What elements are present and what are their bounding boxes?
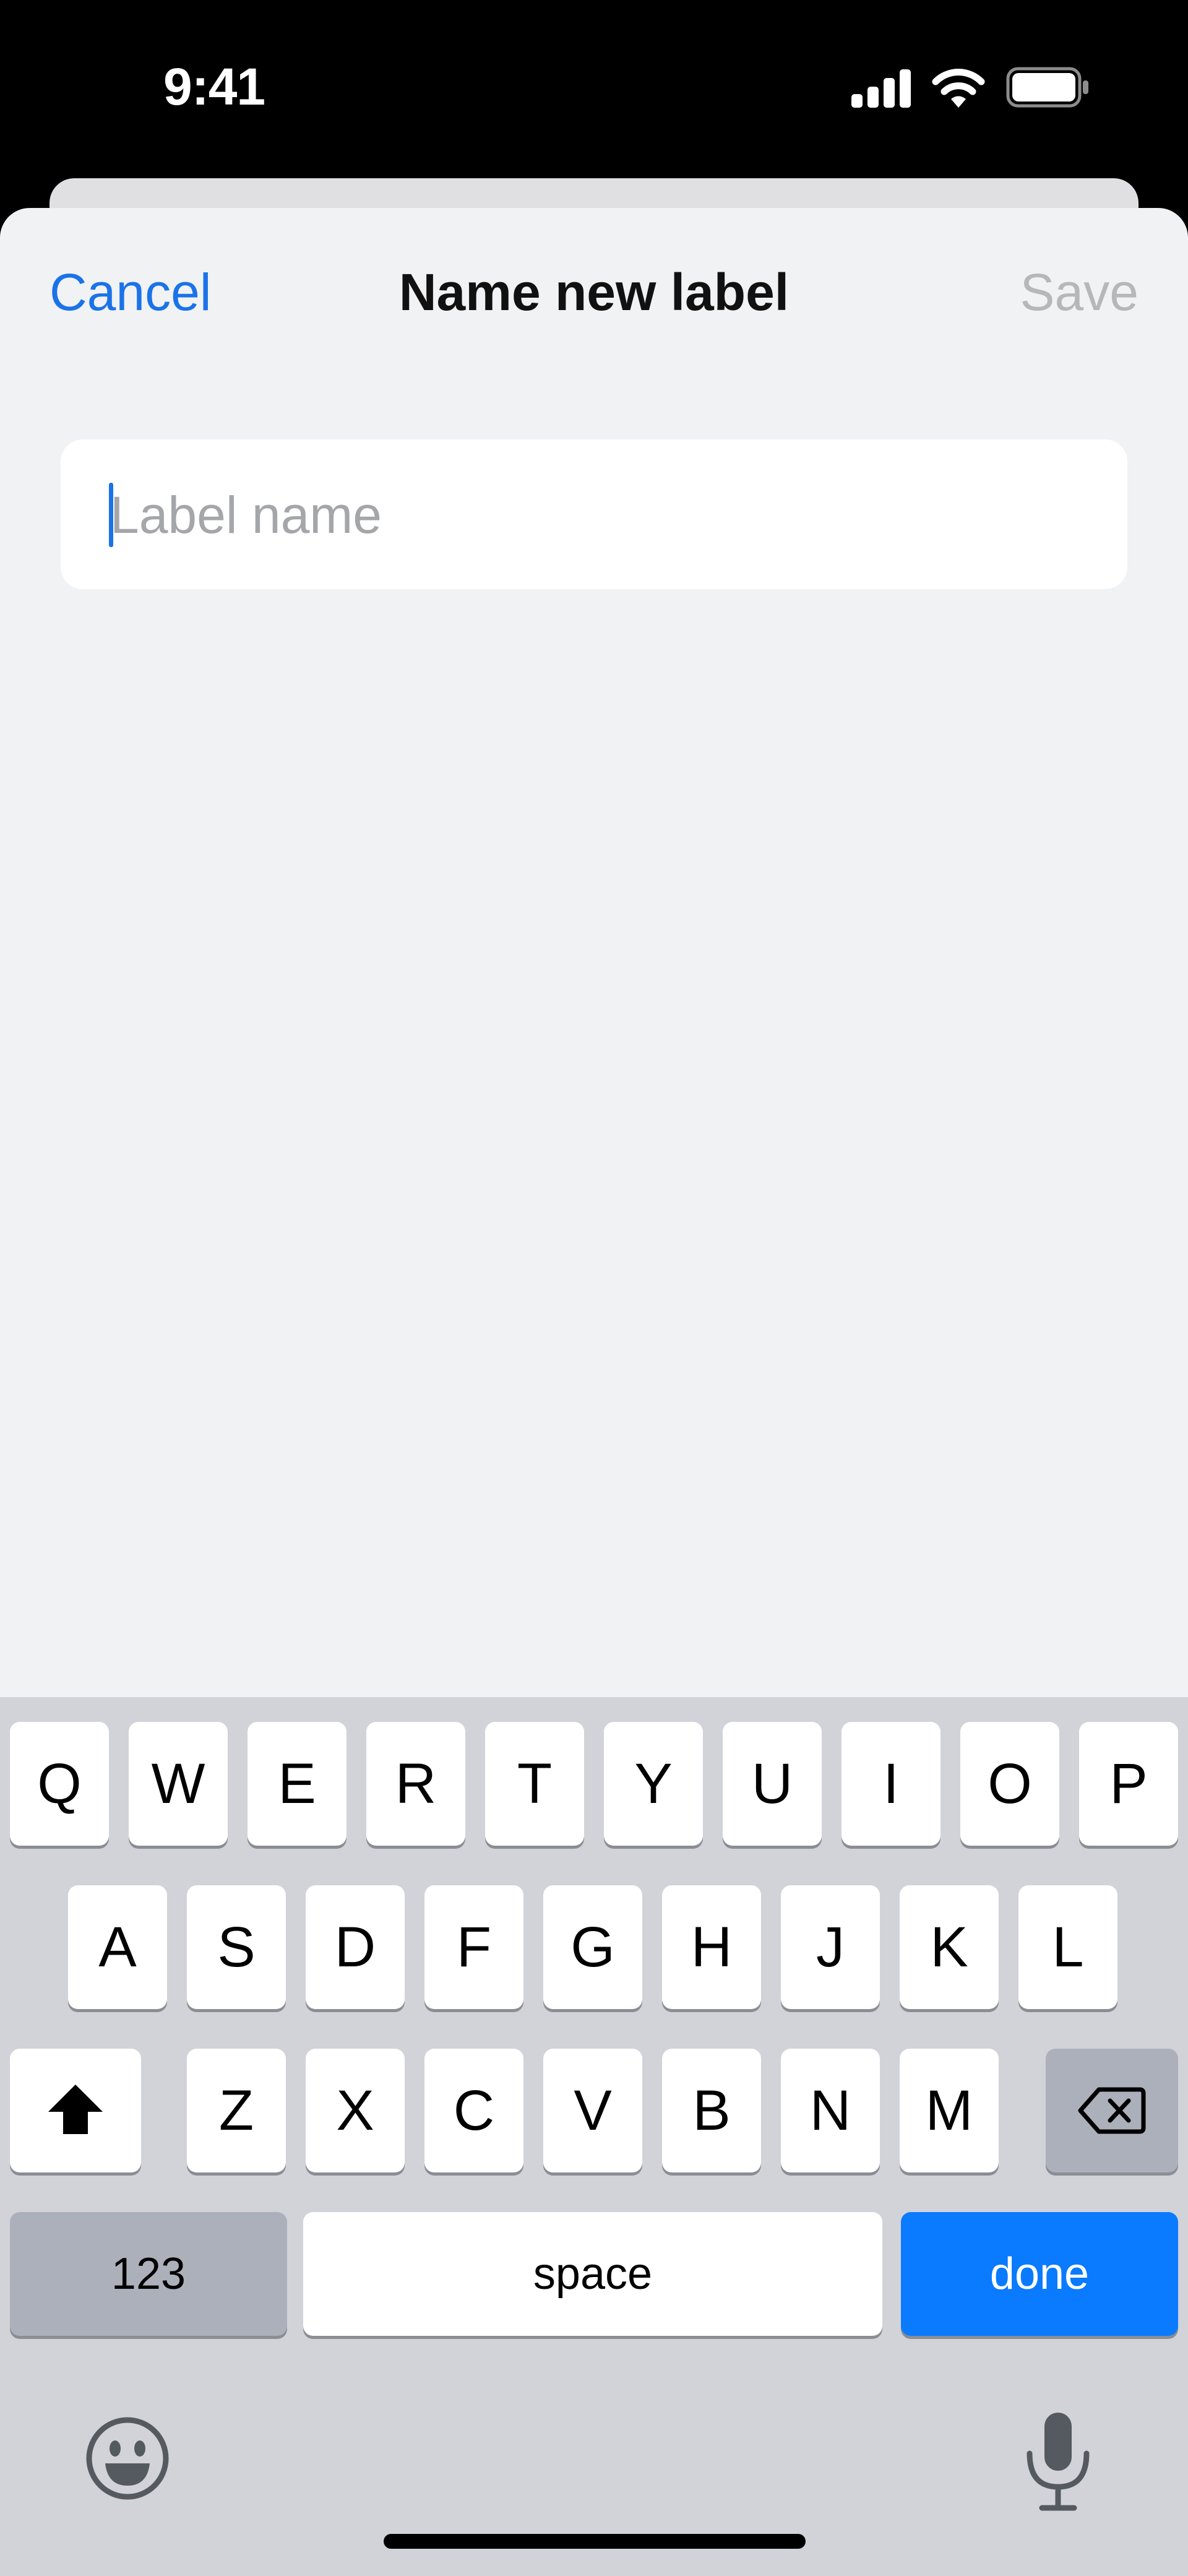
backspace-key[interactable] (1046, 2049, 1178, 2172)
key-v[interactable]: V (543, 2049, 642, 2172)
key-a[interactable]: A (68, 1885, 167, 2009)
key-z[interactable]: Z (187, 2049, 286, 2172)
key-o[interactable]: O (960, 1722, 1059, 1846)
key-q[interactable]: Q (10, 1722, 109, 1846)
wifi-icon (932, 69, 985, 108)
status-time: 9:41 (163, 58, 265, 116)
key-m[interactable]: M (900, 2049, 999, 2172)
key-u[interactable]: U (723, 1722, 822, 1846)
key-w[interactable]: W (129, 1722, 228, 1846)
key-l[interactable]: L (1018, 1885, 1117, 2009)
cellular-signal-icon (851, 68, 913, 108)
key-i[interactable]: I (842, 1722, 940, 1846)
key-b[interactable]: B (662, 2049, 761, 2172)
key-f[interactable]: F (424, 1885, 523, 2009)
emoji-icon[interactable] (85, 2416, 170, 2500)
home-indicator (384, 2534, 806, 2549)
key-t[interactable]: T (485, 1722, 584, 1846)
key-n[interactable]: N (781, 2049, 880, 2172)
key-e[interactable]: E (248, 1722, 346, 1846)
key-h[interactable]: H (662, 1885, 761, 2009)
battery-icon (1006, 67, 1088, 108)
key-j[interactable]: J (781, 1885, 880, 2009)
status-bar: 9:41 (0, 0, 1188, 173)
space-key[interactable]: space (303, 2212, 882, 2336)
key-p[interactable]: P (1079, 1722, 1178, 1846)
key-d[interactable]: D (306, 1885, 405, 2009)
key-y[interactable]: Y (604, 1722, 703, 1846)
label-name-input[interactable]: Label name (61, 439, 1127, 589)
key-r[interactable]: R (366, 1722, 465, 1846)
label-name-placeholder: Label name (110, 486, 382, 544)
numbers-key[interactable]: 123 (10, 2212, 287, 2336)
keyboard: Q W E R T Y U I O P A S D F G H J K L Z … (0, 1697, 1188, 2576)
done-key[interactable]: done (901, 2212, 1178, 2336)
key-c[interactable]: C (424, 2049, 523, 2172)
shift-icon (48, 2085, 103, 2134)
shift-key[interactable] (10, 2049, 141, 2172)
microphone-icon[interactable] (1021, 2409, 1095, 2514)
key-k[interactable]: K (900, 1885, 999, 2009)
key-g[interactable]: G (543, 1885, 642, 2009)
key-x[interactable]: X (306, 2049, 405, 2172)
save-button[interactable]: Save (1020, 262, 1138, 322)
backspace-icon (1078, 2087, 1146, 2134)
screen: 9:41 Name new label Cancel Save Label na… (0, 0, 1188, 2576)
cancel-button[interactable]: Cancel (50, 262, 211, 322)
key-s[interactable]: S (187, 1885, 286, 2009)
